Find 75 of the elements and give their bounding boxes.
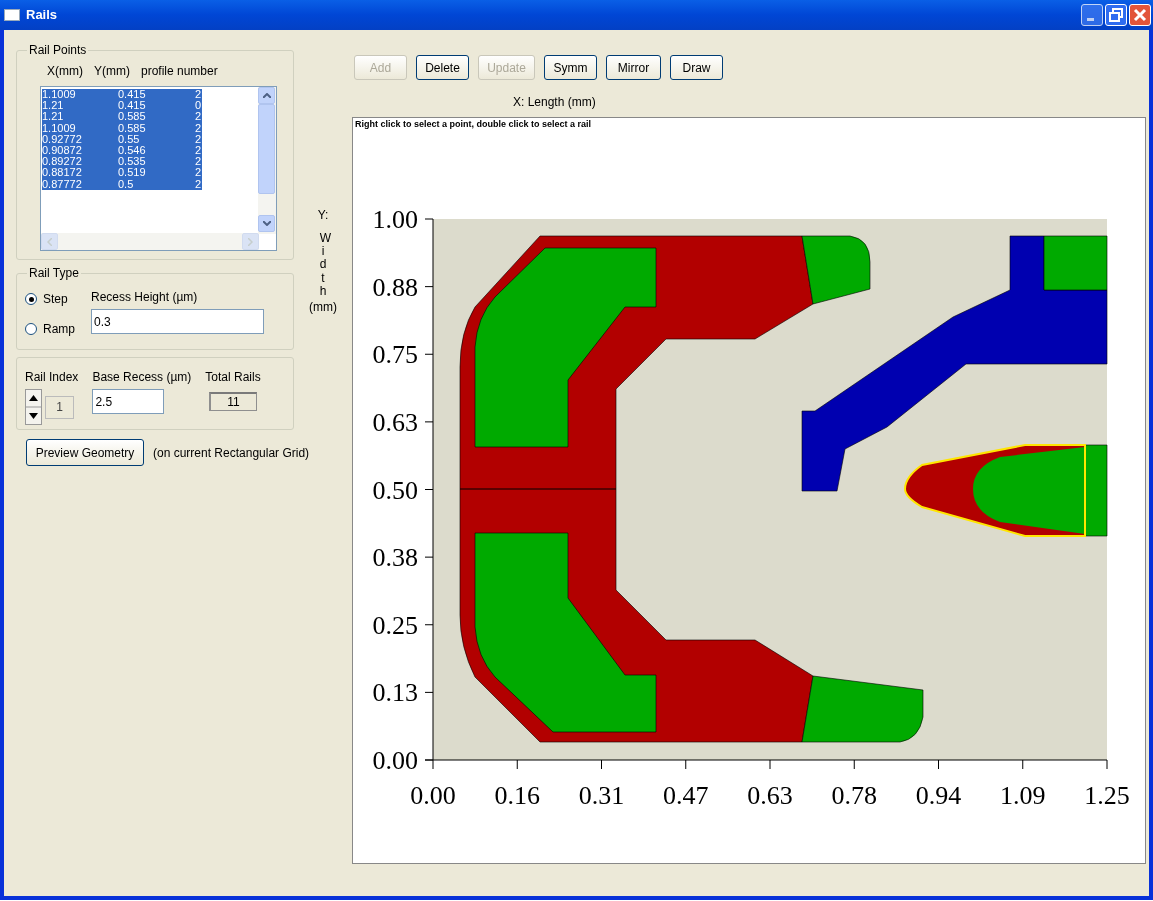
list-row[interactable]: 0.87772 0.5 2 [42, 178, 202, 190]
points-list[interactable]: 1.1009 0.415 2 1.21 0.415 0 1.21 0.585 2 1.1009 0.585 2 0.92772 0.55 2 0.90872 0.546 2 0.89272 0.535 2 0.88172 0.519 2 0.87772 0.5 2 [40, 86, 277, 251]
tick-label: 1.09 [1000, 781, 1046, 810]
axis-unit: (mm) [309, 298, 337, 316]
tick-label: 0.63 [372, 407, 418, 437]
close-button[interactable] [1129, 4, 1151, 26]
column-header: profile number [141, 63, 218, 80]
rail-shape[interactable] [1084, 444, 1108, 537]
caret-left-icon [47, 237, 52, 246]
tick-label: 0.50 [372, 475, 418, 505]
radio-option[interactable]: Ramp [25, 320, 75, 338]
list-row[interactable]: 0.89272 0.535 2 [42, 156, 202, 168]
window-icon [4, 9, 20, 21]
hint-text: Right click to select a point, double click to select a rail [354, 118, 593, 130]
field-label: Base Recess (µm) [92, 369, 192, 386]
caret-right-icon [248, 237, 253, 246]
group-label: Rail Type [28, 267, 80, 279]
tick-label: 0.38 [372, 543, 418, 573]
tick-label: 0.88 [372, 272, 418, 302]
spin-control[interactable] [25, 389, 42, 425]
list-row[interactable]: 1.21 0.585 2 [42, 111, 202, 123]
field-label: Rail Index [25, 369, 79, 386]
column-header: X(mm) [47, 63, 83, 80]
tick-label: 0.13 [372, 678, 418, 708]
rail-shape[interactable] [801, 235, 1108, 492]
window-title: Rails [26, 6, 58, 25]
tick-label: 0.78 [831, 781, 877, 810]
tick-label: 0.63 [747, 781, 793, 810]
scrollbar-thumb[interactable] [258, 104, 275, 194]
rail-shape[interactable] [801, 235, 871, 305]
rail-index-value: 1 [45, 395, 74, 419]
group-label: Rail Points [28, 44, 88, 56]
list-row[interactable]: 0.88172 0.519 2 [42, 167, 202, 179]
caret-down-icon [262, 221, 271, 226]
list-row[interactable]: 1.21 0.415 0 [42, 100, 202, 112]
tick-label: 0.00 [372, 746, 418, 775]
recess-height-field[interactable]: 0.3 [91, 309, 264, 334]
tick-label: 0.25 [372, 610, 418, 640]
rail-shape[interactable] [474, 247, 657, 448]
rail-shape[interactable] [474, 532, 657, 733]
tick-label: 1.25 [1084, 781, 1130, 810]
list-row[interactable]: 0.92772 0.55 2 [42, 133, 202, 145]
list-row[interactable]: 1.1009 0.585 2 [42, 122, 202, 134]
tick-label: 0.00 [410, 781, 456, 810]
restore-icon [1109, 8, 1123, 22]
note-text: (on current Rectangular Grid) [153, 444, 310, 462]
list-row[interactable]: 1.1009 0.415 2 [42, 89, 202, 101]
scroll-down-button[interactable] [258, 215, 275, 232]
toolbar-button[interactable]: Delete [416, 55, 469, 80]
toolbar-button[interactable]: Mirror [606, 55, 661, 80]
toolbar-button[interactable]: Symm [544, 55, 597, 80]
restore-button[interactable] [1105, 4, 1127, 26]
field-label: Total Rails [205, 369, 261, 386]
tick-label: 0.75 [372, 340, 418, 370]
field-label: Recess Height (µm) [91, 289, 199, 306]
preview-geometry-button[interactable]: Preview Geometry [26, 439, 144, 466]
column-header: Y(mm) [94, 63, 130, 80]
radio-option[interactable]: Step [25, 290, 75, 308]
rail-shape[interactable] [1043, 235, 1108, 291]
rail-shape[interactable] [801, 675, 924, 743]
axis-label: X: Length (mm) [513, 96, 596, 109]
toolbar-button[interactable]: Draw [670, 55, 723, 80]
tick-label: 0.94 [915, 781, 962, 810]
base-recess-field[interactable]: 2.5 [92, 389, 165, 414]
total-rails-value: 11 [209, 392, 257, 411]
minimize-icon [1087, 17, 1094, 21]
tick-label: 0.31 [578, 781, 625, 810]
scroll-up-button[interactable] [258, 87, 275, 104]
tick-label: 1.00 [372, 205, 418, 234]
tick-label: 0.47 [663, 781, 709, 810]
axis-label: Y: [317, 207, 329, 224]
minimize-button[interactable] [1081, 4, 1103, 26]
close-icon [1133, 8, 1147, 22]
caret-up-icon [262, 93, 271, 98]
tick-label: 0.16 [494, 781, 540, 810]
